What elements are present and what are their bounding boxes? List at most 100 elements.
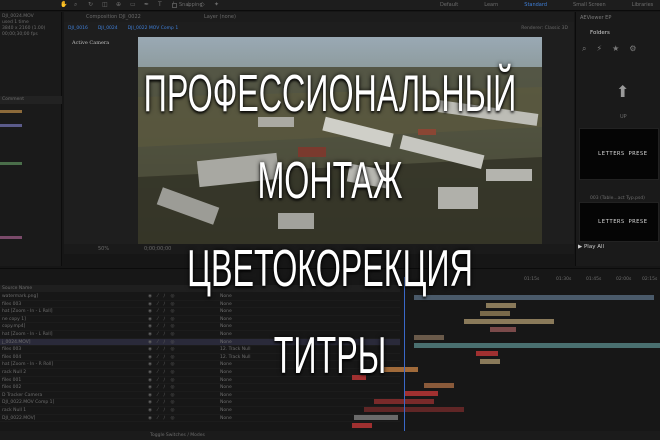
aerial-city-image	[138, 37, 542, 245]
parent-mode[interactable]: None	[220, 361, 232, 369]
layer-bar[interactable]	[414, 335, 444, 340]
layer-bar[interactable]	[354, 415, 398, 420]
preset-name: 003 (Table...act Typ.psd)	[590, 196, 645, 201]
comp-tab[interactable]: DJI_0022 MOV Comp 1	[128, 26, 179, 31]
label-swatch	[0, 124, 22, 127]
layer-switches-icon[interactable]: ◉ ⁄ ∕ ◎	[148, 377, 176, 385]
workspace-standard[interactable]: Standard	[524, 2, 547, 8]
parent-mode[interactable]: 12. Track Null	[220, 354, 251, 362]
parent-mode[interactable]: 12. Track Null	[220, 346, 251, 354]
layer-bar[interactable]	[490, 327, 516, 332]
layer-switches-icon[interactable]: ◉ ⁄ ∕ ◎	[148, 331, 176, 339]
layer-switches-icon[interactable]: ◉ ⁄ ∕ ◎	[148, 407, 176, 415]
workspace-learn[interactable]: Learn	[484, 2, 498, 8]
renderer-label[interactable]: Renderer: Classic 3D	[521, 26, 568, 31]
hand-tool-icon[interactable]: ✋	[60, 2, 67, 8]
parent-mode[interactable]: None	[220, 399, 232, 407]
rectangle-tool-icon[interactable]: ▭	[130, 2, 136, 8]
layer-switches-icon[interactable]: ◉ ⁄ ∕ ◎	[148, 308, 176, 316]
parent-mode[interactable]: None	[220, 323, 232, 331]
pen-tool-icon[interactable]: ✒	[144, 2, 150, 8]
gear-icon[interactable]: ⚙	[629, 44, 636, 54]
zoom-tool-icon[interactable]: ⌕	[74, 2, 80, 8]
layer-bar[interactable]	[352, 423, 372, 428]
layer-bar[interactable]	[414, 295, 654, 300]
parent-mode[interactable]: None	[220, 293, 232, 301]
layer-bar[interactable]	[486, 303, 516, 308]
parent-mode[interactable]: None	[220, 308, 232, 316]
preset-thumbnail[interactable]: LETTERS PRESE	[579, 202, 659, 242]
up-arrow-icon[interactable]: ⬆	[616, 82, 629, 101]
star-icon[interactable]: ★	[612, 44, 619, 54]
layer-bar[interactable]	[384, 367, 418, 372]
parent-mode[interactable]: None	[220, 301, 232, 309]
layer-switches-icon[interactable]: ◉ ⁄ ∕ ◎	[148, 293, 176, 301]
layer-switches-icon[interactable]: ◉ ⁄ ∕ ◎	[148, 384, 176, 392]
label-swatch	[0, 236, 22, 239]
project-info: DJI_0024.MOV used 1 time 3840 x 2160 (1.…	[2, 14, 45, 38]
parent-mode[interactable]: None	[220, 377, 232, 385]
layer-switches-icon[interactable]: ◉ ⁄ ∕ ◎	[148, 392, 176, 400]
parent-mode[interactable]: None	[220, 392, 232, 400]
search-icon[interactable]: ⌕	[582, 44, 586, 54]
layer-bar[interactable]	[404, 391, 438, 396]
comp-tab[interactable]: DJI_0016	[68, 26, 88, 31]
timeline-footer: Toggle Switches / Modes	[0, 431, 660, 440]
parent-mode[interactable]: None	[220, 407, 232, 415]
layer-switches-icon[interactable]: ◉ ⁄ ∕ ◎	[148, 301, 176, 309]
layer-switches-icon[interactable]: ◉ ⁄ ∕ ◎	[148, 323, 176, 331]
toggle-switches-modes[interactable]: Toggle Switches / Modes	[150, 433, 205, 438]
snapping-toggle[interactable]: Snapping	[172, 2, 203, 8]
folders-tab[interactable]: Folders	[590, 30, 610, 36]
lightning-icon[interactable]: ⚡	[596, 44, 602, 54]
snapping-checkbox[interactable]	[172, 2, 177, 8]
layer-bar[interactable]	[414, 343, 660, 348]
play-all-button[interactable]: ▶ Play All	[578, 244, 604, 250]
layer-column-header[interactable]: Source Name	[0, 285, 400, 292]
layer-switches-icon[interactable]: ◉ ⁄ ∕ ◎	[148, 339, 176, 347]
pan-behind-tool-icon[interactable]: ⊕	[116, 2, 122, 8]
layer-bar[interactable]	[480, 359, 500, 364]
parent-mode[interactable]: None	[220, 415, 232, 423]
type-tool-icon[interactable]: T	[158, 2, 164, 8]
label-swatch	[0, 110, 22, 113]
current-time-indicator[interactable]	[404, 277, 405, 440]
current-timecode[interactable]: 0;00;00;00	[144, 246, 171, 252]
layer-switches-icon[interactable]: ◉ ⁄ ∕ ◎	[148, 369, 176, 377]
workspace-libraries[interactable]: Libraries	[632, 2, 654, 8]
layer-switches-icon[interactable]: ◉ ⁄ ∕ ◎	[148, 316, 176, 324]
parent-mode[interactable]: None	[220, 339, 232, 347]
comp-tab[interactable]: DJI_0024	[98, 26, 118, 31]
zoom-level[interactable]: 50%	[98, 246, 109, 252]
layer-bar[interactable]	[464, 319, 554, 324]
parent-mode[interactable]: None	[220, 369, 232, 377]
layer-bar[interactable]	[480, 311, 510, 316]
camera-tool-icon[interactable]: ◫	[102, 2, 108, 8]
layer-switches-icon[interactable]: ◉ ⁄ ∕ ◎	[148, 361, 176, 369]
tab-layer[interactable]: Layer (none)	[204, 14, 236, 20]
layer-switches-icon[interactable]: ◉ ⁄ ∕ ◎	[148, 354, 176, 362]
parent-mode[interactable]: None	[220, 384, 232, 392]
snapping-label: Snapping	[179, 2, 203, 8]
puppet-tool-icon[interactable]: ✦	[214, 2, 220, 8]
parent-mode[interactable]: None	[220, 331, 232, 339]
time-ruler[interactable]: 01:15s 01:30s 01:45s 02:00s 02:15s	[400, 277, 660, 285]
tab-composition[interactable]: Composition DJI_0022	[86, 14, 141, 20]
timeline-panel: 01:15s 01:30s 01:45s 02:00s 02:15s Sourc…	[0, 268, 660, 440]
project-column-header[interactable]: Comment	[0, 96, 62, 104]
layer-name: watermark.png]	[2, 294, 39, 299]
layer-switches-icon[interactable]: ◉ ⁄ ∕ ◎	[148, 415, 176, 423]
workspace-small-screen[interactable]: Small Screen	[573, 2, 606, 8]
preset-thumbnail[interactable]: LETTERS PRESE	[579, 128, 659, 180]
layer-name: hat [Zoom - In - L Roll]	[2, 331, 53, 337]
workspace-default[interactable]: Default	[440, 2, 458, 8]
parent-mode[interactable]: None	[220, 316, 232, 324]
comp-breadcrumb: DJI_0016 DJI_0024 DJI_0022 MOV Comp 1	[68, 26, 178, 31]
layer-switches-icon[interactable]: ◉ ⁄ ∕ ◎	[148, 399, 176, 407]
layer-bar[interactable]	[352, 375, 366, 380]
layer-bar[interactable]	[364, 407, 464, 412]
layer-bar[interactable]	[476, 351, 498, 356]
layer-switches-icon[interactable]: ◉ ⁄ ∕ ◎	[148, 346, 176, 354]
layer-bar[interactable]	[424, 383, 454, 388]
rotate-tool-icon[interactable]: ↻	[88, 2, 94, 8]
